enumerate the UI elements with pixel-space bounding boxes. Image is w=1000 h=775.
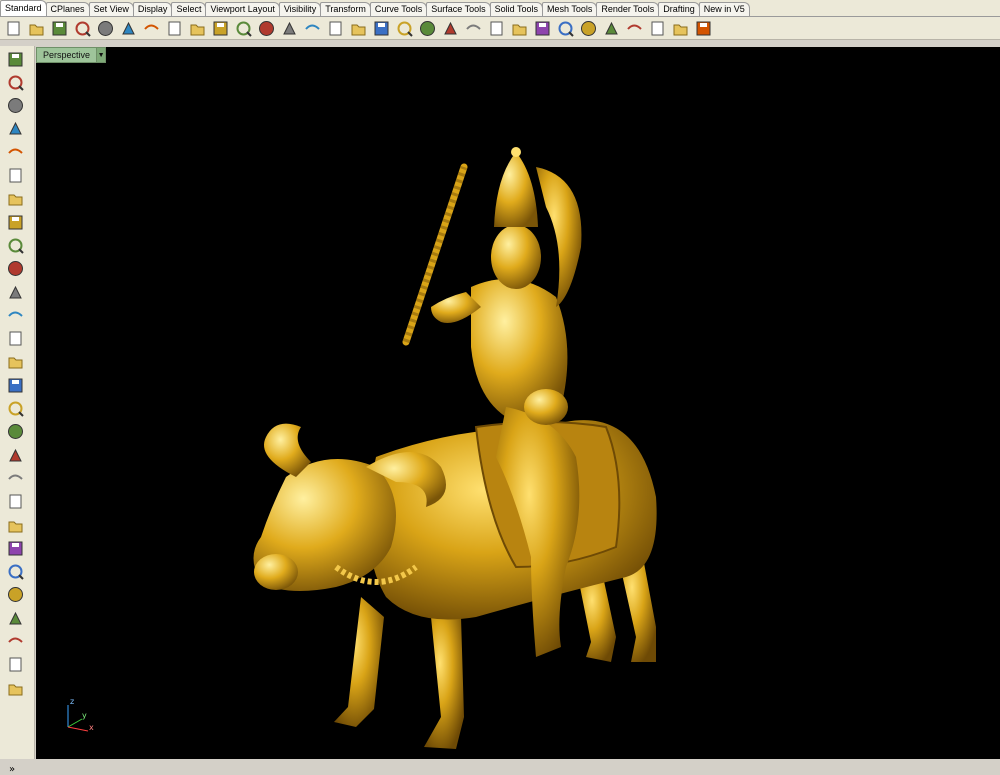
- box-icon[interactable]: [6, 330, 24, 348]
- viewport-title-tab[interactable]: Perspective ▼: [36, 47, 107, 63]
- help-icon[interactable]: [694, 19, 713, 38]
- circle-icon[interactable]: [6, 143, 24, 161]
- undo-icon[interactable]: [188, 19, 207, 38]
- cylinder-icon[interactable]: [6, 376, 24, 394]
- perspective-viewport[interactable]: Perspective ▼ z y x: [36, 47, 1000, 759]
- buffalo-leg: [334, 597, 384, 727]
- material-icon[interactable]: [510, 19, 529, 38]
- viewport-title: Perspective: [43, 50, 91, 60]
- offset-icon[interactable]: [6, 563, 24, 581]
- dimension-icon[interactable]: [671, 19, 690, 38]
- save-icon[interactable]: [50, 19, 69, 38]
- arc-icon[interactable]: [6, 190, 24, 208]
- chevron-down-icon[interactable]: ▼: [96, 48, 106, 62]
- padlock-icon[interactable]: [487, 19, 506, 38]
- point-icon[interactable]: [6, 73, 24, 91]
- new-file-icon[interactable]: [4, 19, 23, 38]
- tab-render-tools[interactable]: Render Tools: [596, 2, 660, 16]
- car-icon[interactable]: [395, 19, 414, 38]
- group-icon[interactable]: [6, 516, 24, 534]
- environment-sphere-icon[interactable]: [602, 19, 621, 38]
- main-left-toolbar: »: [0, 46, 35, 775]
- copy-icon[interactable]: [142, 19, 161, 38]
- zoom-extents-icon[interactable]: [303, 19, 322, 38]
- tab-curve-tools[interactable]: Curve Tools: [369, 2, 428, 16]
- shaded-sphere-icon[interactable]: [556, 19, 575, 38]
- pan-hand-icon[interactable]: [211, 19, 230, 38]
- join-icon[interactable]: [6, 493, 24, 511]
- clipboard-icon[interactable]: [165, 19, 184, 38]
- tab-viewport-layout[interactable]: Viewport Layout: [205, 2, 280, 16]
- spheres-icon[interactable]: [6, 353, 24, 371]
- plane-icon[interactable]: [6, 400, 24, 418]
- move-icon[interactable]: [234, 19, 253, 38]
- zoom-icon[interactable]: [257, 19, 276, 38]
- tab-select[interactable]: Select: [171, 2, 207, 16]
- paste-document-icon[interactable]: [96, 19, 115, 38]
- polygon-icon[interactable]: [6, 236, 24, 254]
- solid-box-icon[interactable]: [6, 679, 24, 697]
- buffalo-horn: [264, 423, 311, 477]
- tab-visibility[interactable]: Visibility: [278, 2, 322, 16]
- options-gear-icon[interactable]: [648, 19, 667, 38]
- toolbar-tab-bar: Standard CPlanes Set View Display Select View…: [0, 0, 1000, 17]
- trim-icon[interactable]: [6, 469, 24, 487]
- rider-head: [491, 225, 541, 289]
- fillet-icon[interactable]: [6, 260, 24, 278]
- curve-icon[interactable]: [6, 120, 24, 138]
- cut-icon[interactable]: [119, 19, 138, 38]
- zoom-selected-icon[interactable]: [326, 19, 345, 38]
- more-tools-button[interactable]: »: [9, 764, 15, 775]
- render-sphere-icon[interactable]: [579, 19, 598, 38]
- buffalo-leg: [424, 617, 464, 749]
- light-icon[interactable]: [625, 19, 644, 38]
- rotate-view-icon[interactable]: [349, 19, 368, 38]
- axis-y-label: y: [82, 711, 87, 720]
- rider-crown: [494, 152, 538, 227]
- select-arrow-icon[interactable]: [6, 50, 24, 68]
- surface-icon[interactable]: [6, 283, 24, 301]
- hide-icon[interactable]: [418, 19, 437, 38]
- explode-icon[interactable]: [6, 423, 24, 441]
- open-folder-icon[interactable]: [27, 19, 46, 38]
- scale-icon[interactable]: [6, 609, 24, 627]
- axis-z-label: z: [70, 697, 75, 706]
- tab-new-in-v5[interactable]: New in V5: [698, 2, 750, 16]
- standard-toolbar: [0, 17, 1000, 40]
- tab-standard[interactable]: Standard: [0, 0, 47, 16]
- text-icon[interactable]: [6, 586, 24, 604]
- axis-x-label: x: [89, 723, 94, 732]
- tab-surface-tools[interactable]: Surface Tools: [426, 2, 491, 16]
- transform-icon[interactable]: [6, 633, 24, 651]
- rider-halo: [536, 167, 582, 307]
- tab-set-view[interactable]: Set View: [88, 2, 134, 16]
- buffalo-snout: [254, 554, 298, 590]
- lock-icon[interactable]: [441, 19, 460, 38]
- golden-statue-model[interactable]: [216, 97, 666, 767]
- tab-display[interactable]: Display: [132, 2, 173, 16]
- ellipse-icon[interactable]: [6, 167, 24, 185]
- four-viewports-icon[interactable]: [372, 19, 391, 38]
- zoom-window-icon[interactable]: [280, 19, 299, 38]
- array-icon[interactable]: [6, 539, 24, 557]
- lightbulb-icon[interactable]: [464, 19, 483, 38]
- color-wheel-icon[interactable]: [533, 19, 552, 38]
- axis-indicator: z y x: [62, 697, 102, 737]
- block-icon[interactable]: [6, 656, 24, 674]
- rider-pot: [524, 389, 568, 425]
- tab-solid-tools[interactable]: Solid Tools: [489, 2, 543, 16]
- tab-transform[interactable]: Transform: [320, 2, 371, 16]
- extrude-icon[interactable]: [6, 306, 24, 324]
- boolean-icon[interactable]: [6, 446, 24, 464]
- tab-drafting[interactable]: Drafting: [658, 2, 700, 16]
- tab-cplanes[interactable]: CPlanes: [45, 2, 90, 16]
- polyline-icon[interactable]: [6, 97, 24, 115]
- print-icon[interactable]: [73, 19, 92, 38]
- rectangle-icon[interactable]: [6, 213, 24, 231]
- tab-mesh-tools[interactable]: Mesh Tools: [541, 2, 598, 16]
